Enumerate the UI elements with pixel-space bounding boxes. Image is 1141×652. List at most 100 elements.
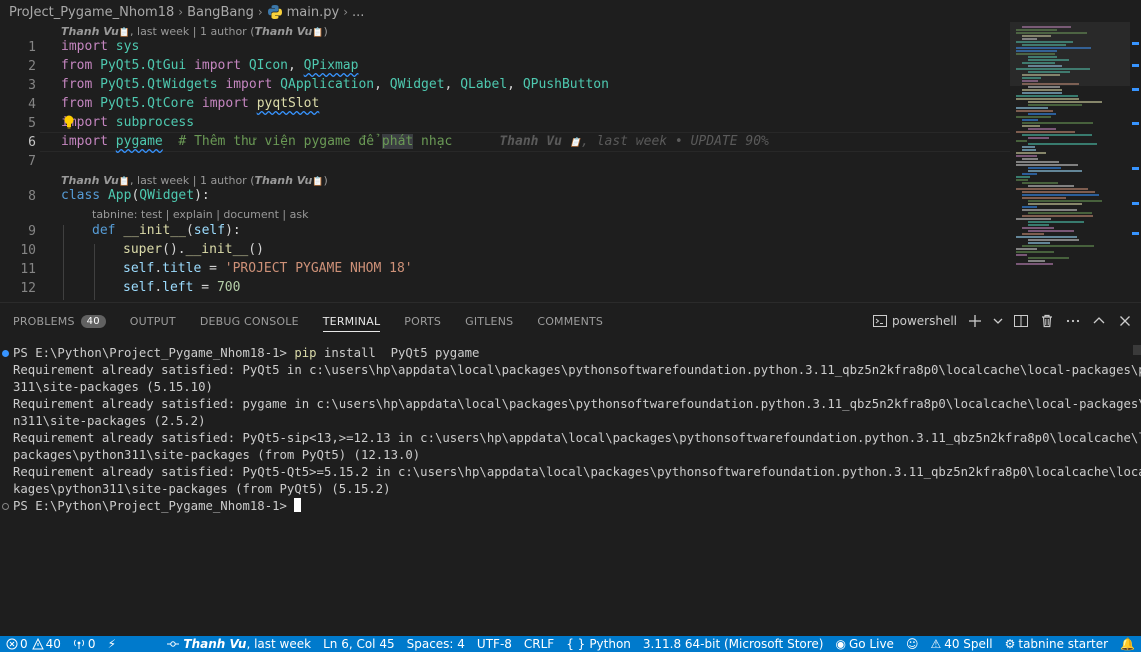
terminal-scrollbar[interactable] — [1133, 345, 1141, 355]
code-line-6: import pygame # Thêm thư viện pygame để … — [61, 134, 769, 149]
more-actions-icon[interactable] — [1065, 313, 1081, 329]
close-icon[interactable] — [1117, 313, 1133, 329]
minimap-line — [1028, 86, 1060, 88]
gitlens-blame-status[interactable]: Thanh Vu, last week — [161, 636, 317, 652]
minimap-line — [1022, 173, 1037, 175]
minimap-line — [1022, 215, 1093, 217]
minimap-line — [1022, 146, 1035, 148]
ports-status[interactable]: 0 — [67, 636, 102, 652]
tab-comments[interactable]: COMMENTS — [537, 303, 603, 339]
line-number: 1 — [28, 40, 36, 55]
warning-icon: ⚠ — [930, 637, 942, 651]
indent-guide — [63, 225, 64, 300]
python-interpreter[interactable]: 3.11.8 64-bit (Microsoft Store) — [637, 636, 830, 652]
cursor-position[interactable]: Ln 6, Col 45 — [317, 636, 401, 652]
minimap-line — [1028, 221, 1084, 223]
breadcrumb-item-folder[interactable]: BangBang — [187, 5, 254, 20]
lens-author-2: Thanh Vu — [254, 25, 313, 38]
minimap-line — [1028, 260, 1045, 262]
line-number: 9 — [28, 224, 36, 239]
tab-output[interactable]: OUTPUT — [130, 303, 176, 339]
terminal-profile-button[interactable]: powershell — [872, 313, 957, 329]
lens-author: Thanh Vu — [61, 174, 119, 187]
lightbulb-icon[interactable] — [63, 115, 75, 129]
chevron-right-icon: › — [257, 5, 263, 19]
terminal-output[interactable]: PS E:\Python\Project_Pygame_Nhom18-1> pi… — [0, 345, 1141, 515]
language-mode[interactable]: { } Python — [560, 636, 637, 652]
minimap-line — [1028, 101, 1102, 103]
code-line-12: self.left = 700 — [123, 280, 241, 295]
tab-debug-console[interactable]: DEBUG CONSOLE — [200, 303, 299, 339]
minimap-line — [1016, 152, 1046, 154]
gitlens-codelens[interactable]: Thanh Vu📋, last week | 1 author (Thanh V… — [61, 25, 328, 38]
minimap-line — [1016, 98, 1079, 100]
tabnine-codelens[interactable]: tabnine: test | explain | document | ask — [92, 208, 308, 221]
terminal-line: Requirement already satisfied: PyQt5 in … — [13, 363, 1141, 377]
git-commit-icon — [167, 641, 180, 647]
code-line-11: self.title = 'PROJECT PYGAME NHOM 18' — [123, 261, 413, 276]
plus-icon[interactable] — [967, 313, 983, 329]
terminal-line: n311\site-packages (2.5.2) — [13, 414, 206, 428]
minimap-line — [1028, 200, 1102, 202]
terminal-line: Requirement already satisfied: pygame in… — [13, 397, 1141, 411]
minimap-line — [1016, 176, 1030, 178]
command-success-dot-icon[interactable] — [2, 350, 9, 357]
terminal-cursor — [294, 498, 302, 512]
minimap-line — [1028, 212, 1092, 214]
indent-guide — [94, 244, 95, 300]
minimap-line — [1028, 242, 1050, 244]
end-of-line[interactable]: CRLF — [518, 636, 560, 652]
split-terminal-icon[interactable] — [1013, 313, 1029, 329]
gitlens-codelens[interactable]: Thanh Vu📋, last week | 1 author (Thanh V… — [61, 174, 328, 187]
code-line-5: import subprocess — [61, 115, 195, 130]
tab-ports[interactable]: PORTS — [404, 303, 441, 339]
tab-terminal[interactable]: TERMINAL — [322, 303, 381, 339]
lens-author-2: Thanh Vu — [254, 174, 313, 187]
minimap-line — [1022, 158, 1038, 160]
copilot-icon[interactable]: ☺ — [900, 636, 925, 652]
encoding[interactable]: UTF-8 — [471, 636, 518, 652]
line-number: 6 — [28, 135, 36, 150]
minimap-slider[interactable] — [1010, 22, 1130, 86]
breadcrumb-item-file[interactable]: main.py — [287, 5, 340, 20]
problems-status[interactable]: 0 40 — [0, 636, 67, 652]
problems-count-badge: 40 — [80, 314, 106, 328]
minimap-line — [1028, 185, 1074, 187]
python-file-icon — [267, 5, 282, 19]
minimap-line — [1028, 137, 1049, 139]
minimap-line — [1016, 236, 1077, 238]
terminal-icon — [873, 315, 887, 327]
minimap-line — [1022, 92, 1062, 94]
minimap-line — [1022, 206, 1037, 208]
tabnine-icon: ⚙ — [1004, 637, 1016, 651]
lens-author: Thanh Vu — [61, 25, 119, 38]
minimap-line — [1028, 143, 1097, 145]
tabnine-status[interactable]: ⚙ tabnine starter — [999, 636, 1114, 652]
minimap-line — [1028, 230, 1074, 232]
code-line-10: super().__init__() — [123, 242, 264, 257]
code-line-1: import sys — [61, 39, 140, 54]
line-number: 4 — [28, 97, 36, 112]
lightning-icon[interactable]: ⚡ — [102, 636, 122, 652]
go-live-button[interactable]: ◉ Go Live — [829, 636, 899, 652]
minimap-line — [1022, 233, 1044, 235]
code-editor[interactable]: Thanh Vu📋, last week | 1 author (Thanh V… — [0, 22, 1010, 300]
spell-check-status[interactable]: ⚠ 40 Spell — [924, 636, 998, 652]
breadcrumb-item-project[interactable]: ProJect_Pygame_Nhom18 — [9, 5, 174, 20]
inline-blame[interactable]: Thanh Vu 📋, last week • UPDATE 90% — [499, 134, 769, 149]
chevron-down-icon[interactable] — [993, 313, 1003, 329]
line-number: 11 — [20, 262, 36, 277]
minimap-line — [1016, 95, 1078, 97]
minimap-line — [1022, 119, 1038, 121]
trash-icon[interactable] — [1039, 313, 1055, 329]
tab-gitlens[interactable]: GITLENS — [465, 303, 513, 339]
notifications-bell-icon[interactable]: 🔔 — [1114, 636, 1141, 652]
breadcrumb-item-symbol[interactable]: ... — [352, 5, 364, 20]
radio-tower-icon — [73, 639, 84, 649]
editor-scrollbar[interactable] — [1130, 22, 1141, 300]
chevron-up-icon[interactable] — [1091, 313, 1107, 329]
tab-problems[interactable]: PROBLEMS 40 — [13, 303, 106, 339]
command-pending-dot-icon[interactable] — [2, 503, 9, 510]
code-line-4: from PyQt5.QtCore import pyqtSlot — [61, 96, 320, 111]
indentation[interactable]: Spaces: 4 — [401, 636, 471, 652]
